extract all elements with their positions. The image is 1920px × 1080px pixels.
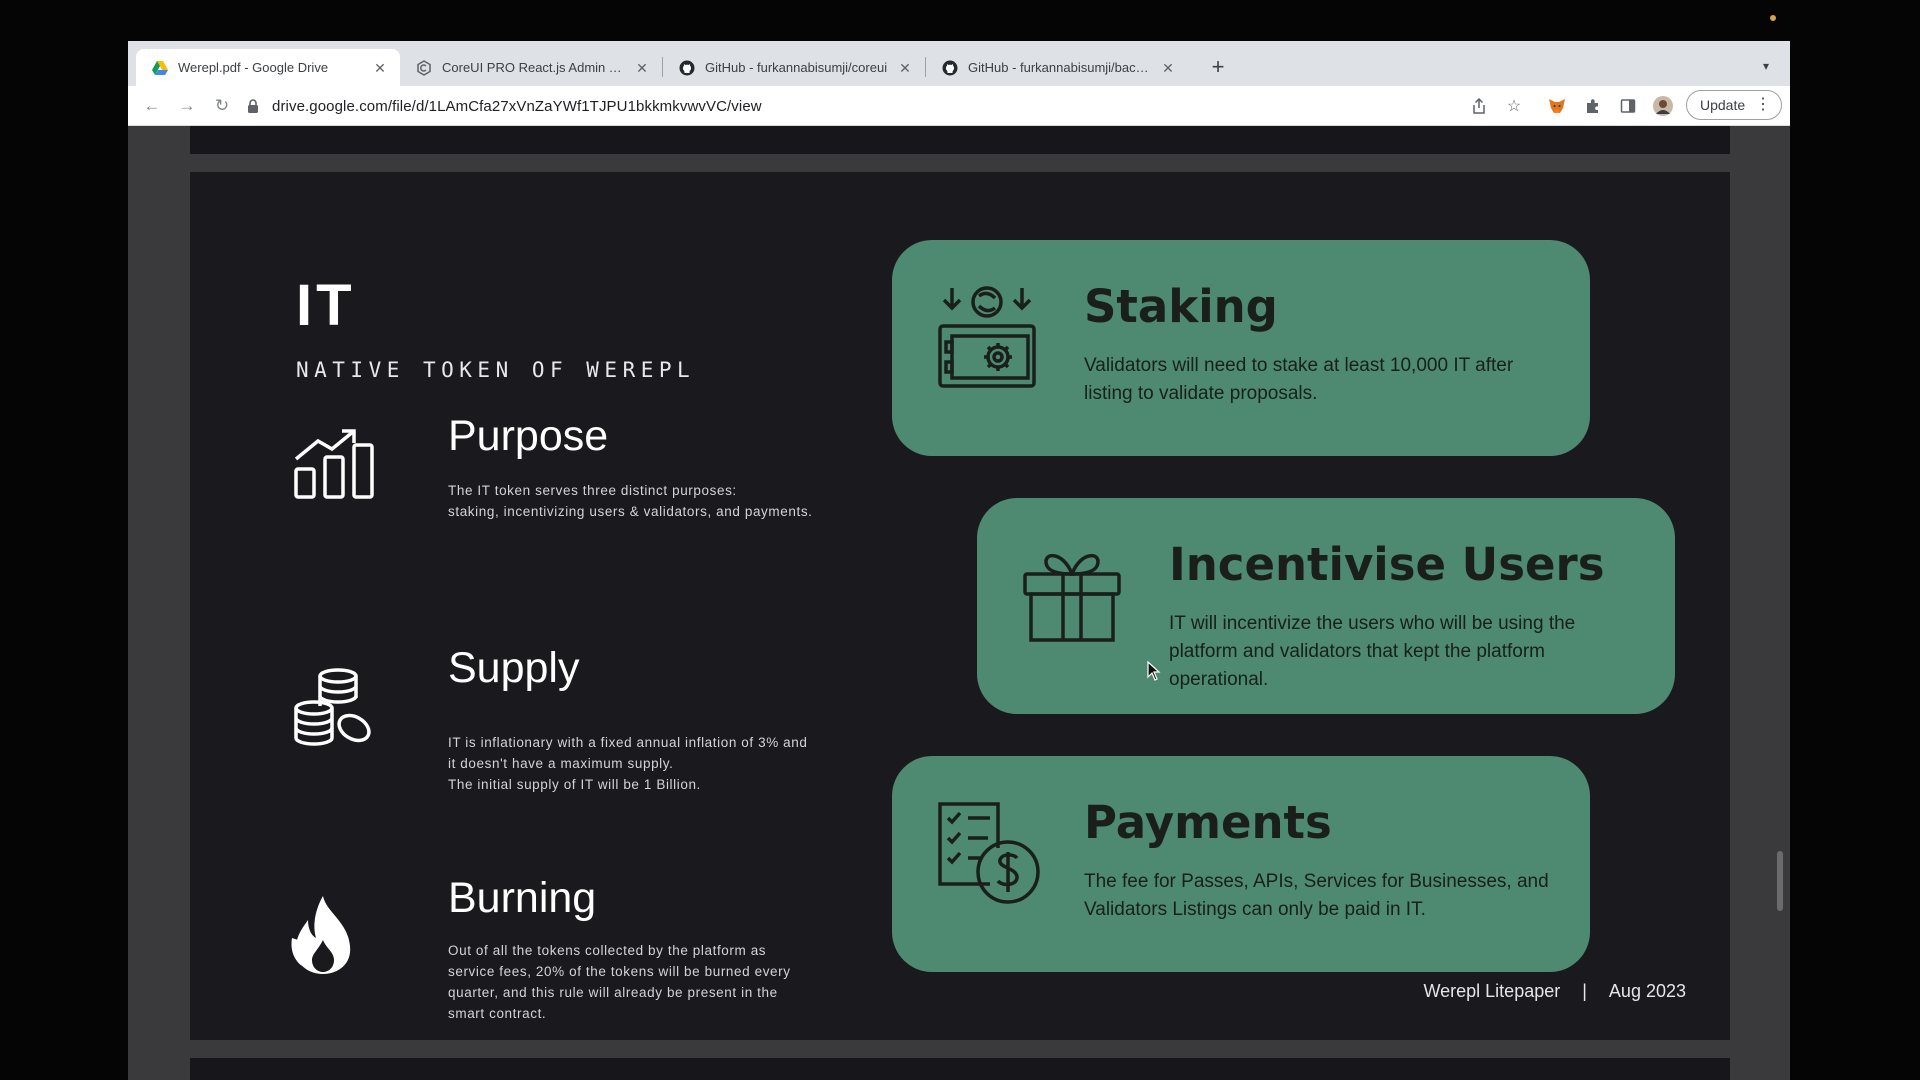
- page-footer: Werepl Litepaper | Aug 2023: [1423, 981, 1686, 1002]
- extensions-puzzle-icon[interactable]: [1582, 95, 1604, 117]
- close-icon[interactable]: ✕: [634, 60, 650, 76]
- chevron-down-icon[interactable]: ▾: [1756, 56, 1776, 76]
- token-subtitle: NATIVE TOKEN OF WEREPL: [296, 358, 696, 382]
- footer-doc-name: Werepl Litepaper: [1423, 981, 1561, 1001]
- forward-arrow-icon[interactable]: →: [175, 94, 199, 118]
- update-button[interactable]: Update ⋮: [1686, 90, 1782, 120]
- next-page: [190, 1058, 1730, 1080]
- previous-page: [190, 126, 1730, 154]
- tab-github-backend[interactable]: GitHub - furkannabisumji/backend ✕: [926, 49, 1188, 86]
- tab-title: GitHub - furkannabisumji/coreui: [705, 60, 888, 75]
- update-label: Update: [1700, 97, 1746, 113]
- metamask-fox-icon[interactable]: [1546, 95, 1568, 117]
- card-incentivise-users: Incentivise Users IT will incentivize th…: [977, 498, 1675, 714]
- more-vert-icon[interactable]: ⋮: [1755, 96, 1771, 114]
- section-text-burning: Out of all the tokens collected by the p…: [448, 943, 791, 1021]
- card-title-payments: Payments: [1084, 796, 1332, 849]
- close-icon[interactable]: ✕: [372, 60, 388, 76]
- back-arrow-icon[interactable]: ←: [140, 94, 164, 118]
- section-text-supply: IT is inflationary with a fixed annual i…: [448, 735, 808, 792]
- card-staking: Staking Validators will need to stake at…: [892, 240, 1590, 456]
- section-heading-purpose: Purpose: [448, 412, 609, 460]
- coin-stack-icon: [294, 668, 371, 746]
- card-text-incentivise-users: IT will incentivize the users who will b…: [1169, 613, 1576, 690]
- vault-icon: [938, 286, 1036, 388]
- close-icon[interactable]: ✕: [1160, 60, 1176, 76]
- section-heading-supply: Supply: [448, 644, 580, 692]
- footer-separator: |: [1582, 981, 1587, 1001]
- flame-icon: [291, 896, 351, 974]
- gift-icon: [1023, 554, 1121, 642]
- tab-title: GitHub - furkannabisumji/backend: [968, 60, 1152, 75]
- card-text-staking: Validators will need to stake at least 1…: [1084, 355, 1514, 404]
- address-bar[interactable]: drive.google.com/file/d/1LAmCfa27xVnZaYW…: [246, 91, 1466, 121]
- google-drive-icon: [152, 60, 168, 76]
- tab-strip: Werepl.pdf - Google Drive ✕ CoreUI PRO R…: [128, 41, 1790, 86]
- tab-werepl-pdf[interactable]: Werepl.pdf - Google Drive ✕: [136, 49, 400, 86]
- card-title-incentivise-users: Incentivise Users: [1169, 538, 1605, 591]
- browser-toolbar: ← → ↻ drive.google.com/file/d/1LAmCfa27x…: [128, 86, 1790, 126]
- pdf-page: IT NATIVE TOKEN OF WEREPL Purpose The IT…: [190, 172, 1730, 1040]
- mouse-cursor-icon: [1147, 661, 1161, 681]
- checklist-dollar-icon: [938, 802, 1040, 904]
- close-icon[interactable]: ✕: [897, 60, 913, 76]
- card-payments: Payments The fee for Passes, APIs, Servi…: [892, 756, 1590, 972]
- github-icon: [679, 60, 695, 76]
- tab-github-coreui[interactable]: GitHub - furkannabisumji/coreui ✕: [663, 49, 925, 86]
- growth-chart-icon: [294, 429, 374, 499]
- card-text-payments: The fee for Passes, APIs, Services for B…: [1084, 871, 1549, 920]
- token-title: IT: [296, 273, 356, 338]
- profile-avatar[interactable]: [1652, 95, 1674, 117]
- bookmark-star-icon[interactable]: ☆: [1503, 95, 1525, 117]
- section-heading-burning: Burning: [448, 874, 597, 922]
- card-title-staking: Staking: [1084, 280, 1278, 333]
- tab-title: CoreUI PRO React.js Admin Template: [442, 60, 626, 75]
- recording-indicator: [1770, 15, 1776, 21]
- reload-icon[interactable]: ↻: [210, 94, 234, 118]
- coreui-icon: [416, 59, 432, 76]
- new-tab-button[interactable]: +: [1204, 54, 1232, 82]
- tab-coreui[interactable]: CoreUI PRO React.js Admin Template ✕: [400, 49, 662, 86]
- lock-icon: [248, 99, 258, 113]
- footer-date: Aug 2023: [1608, 981, 1686, 1001]
- section-text-purpose: The IT token serves three distinct purpo…: [448, 483, 813, 519]
- share-icon[interactable]: [1468, 95, 1490, 117]
- pdf-viewer[interactable]: IT NATIVE TOKEN OF WEREPL Purpose The IT…: [128, 126, 1790, 1080]
- github-icon: [942, 60, 958, 76]
- tab-title: Werepl.pdf - Google Drive: [178, 60, 329, 75]
- url-text: drive.google.com/file/d/1LAmCfa27xVnZaYW…: [272, 97, 762, 115]
- browser-window: Werepl.pdf - Google Drive ✕ CoreUI PRO R…: [128, 41, 1790, 1080]
- scrollbar-thumb[interactable]: [1777, 851, 1783, 911]
- side-panel-icon[interactable]: [1617, 95, 1639, 117]
